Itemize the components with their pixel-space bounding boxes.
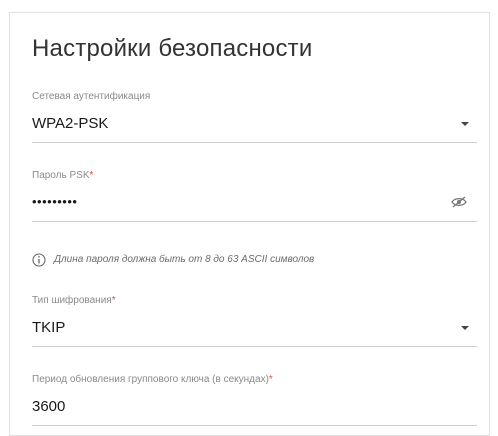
network-auth-select[interactable]: Сетевая аутентификация WPA2-PSK: [32, 91, 477, 147]
chevron-down-icon[interactable]: [461, 122, 469, 126]
required-mark: *: [111, 295, 116, 306]
network-auth-underline: [32, 142, 477, 143]
required-mark: *: [89, 170, 94, 181]
password-hint-text: Длина пароля должна быть от 8 до 63 ASCI…: [54, 254, 315, 265]
network-auth-label: Сетевая аутентификация: [32, 91, 151, 102]
cipher-type-label-text: Тип шифрования: [32, 295, 112, 306]
info-icon: [32, 253, 46, 267]
cipher-type-underline: [32, 346, 477, 347]
psk-password-label: Пароль PSK*: [32, 170, 93, 181]
group-key-period-underline: [32, 425, 477, 426]
cipher-type-select[interactable]: Тип шифрования* TKIP: [32, 295, 477, 351]
eye-icon[interactable]: [451, 196, 467, 208]
psk-password-field[interactable]: Пароль PSK* •••••••••: [32, 170, 477, 226]
group-key-period-field[interactable]: Период обновления группового ключа (в се…: [32, 374, 477, 430]
group-key-period-label-text: Период обновления группового ключа (в се…: [32, 374, 269, 385]
psk-password-underline: [32, 221, 477, 222]
psk-password-label-text: Пароль PSK: [32, 170, 90, 181]
required-mark: *: [268, 374, 273, 385]
cipher-type-label: Тип шифрования*: [32, 295, 116, 306]
chevron-down-icon[interactable]: [461, 326, 469, 330]
psk-password-input[interactable]: •••••••••: [32, 194, 77, 209]
security-settings-panel: Настройки безопасности Сетевая аутентифи…: [9, 12, 490, 436]
section-title: Настройки безопасности: [32, 35, 313, 62]
cipher-type-value: TKIP: [32, 319, 66, 336]
group-key-period-label: Период обновления группового ключа (в се…: [32, 374, 273, 385]
group-key-period-input[interactable]: 3600: [32, 398, 65, 415]
network-auth-value: WPA2-PSK: [32, 115, 109, 132]
